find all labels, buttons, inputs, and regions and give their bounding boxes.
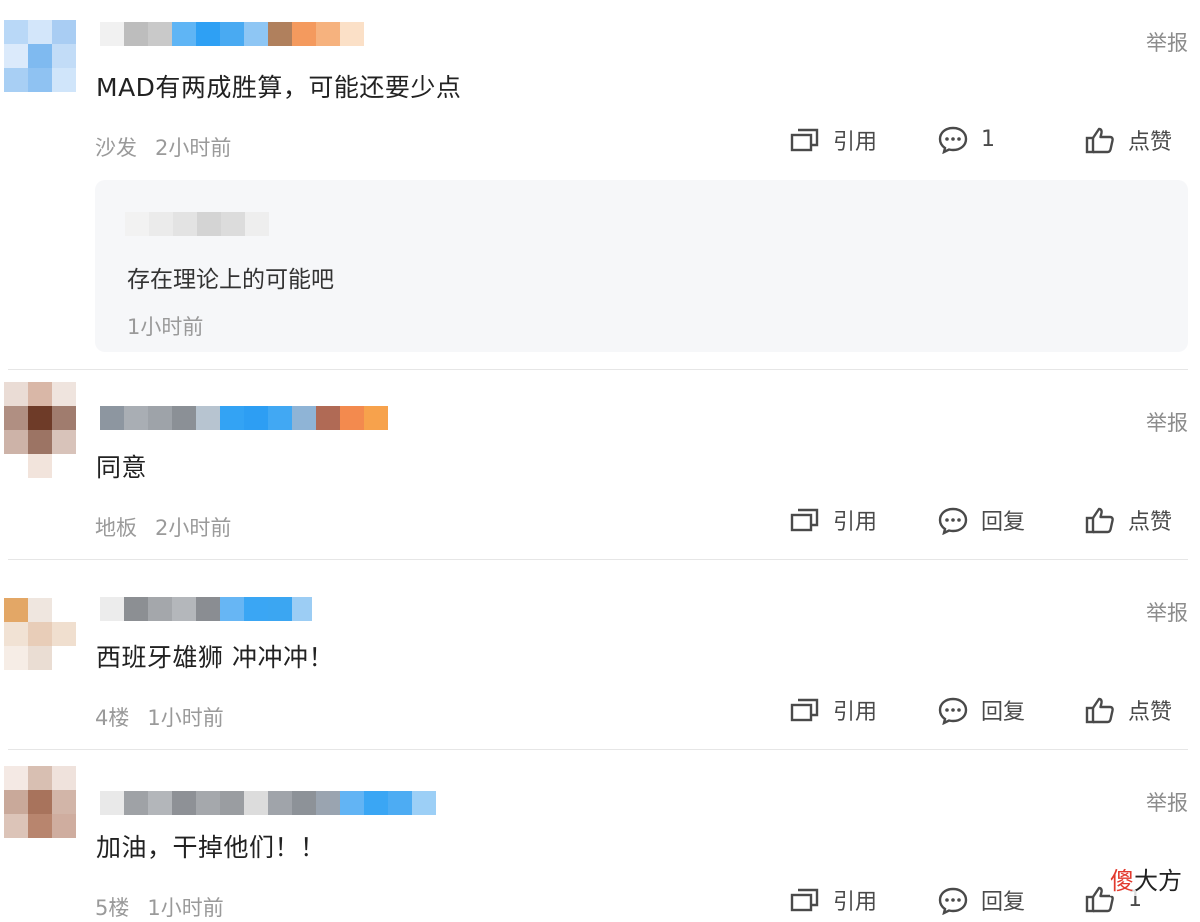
report-button[interactable]: 举报 [1146, 597, 1188, 627]
like-label: 点赞 [1128, 700, 1173, 725]
username-blurred[interactable] [100, 597, 312, 621]
avatar[interactable] [4, 766, 76, 862]
timestamp: 1小时前 [147, 706, 224, 730]
floor-label: 地板 [95, 516, 137, 540]
username-blurred[interactable] [100, 22, 365, 46]
reply-label: 回复 [981, 700, 1026, 725]
comment-bubble-icon [938, 887, 968, 915]
reply-username-blurred[interactable] [125, 212, 270, 236]
comment-bubble-icon [938, 697, 968, 725]
comment-text: 加油，干掉他们！！ [96, 833, 326, 862]
floor-label: 沙发 [95, 136, 137, 160]
reply-timestamp: 1小时前 [127, 315, 204, 339]
reply-button[interactable]: 回复 [937, 884, 1025, 916]
thumbs-up-icon [1085, 697, 1114, 724]
reply-text: 存在理论上的可能吧 [127, 267, 334, 293]
avatar[interactable] [4, 382, 76, 478]
watermark-red-char: 傻 [1110, 867, 1134, 895]
floor-label: 4楼 [95, 706, 130, 730]
quote-icon [790, 128, 819, 152]
username-blurred[interactable] [100, 791, 436, 815]
report-button[interactable]: 举报 [1146, 787, 1188, 817]
like-button[interactable]: 点赞 [1084, 124, 1172, 156]
reply-box: 存在理论上的可能吧 1小时前 [95, 180, 1188, 352]
report-button[interactable]: 举报 [1146, 407, 1188, 437]
reply-count: 1 [981, 126, 995, 152]
watermark-text: 大方 [1134, 867, 1182, 895]
like-button[interactable]: 点赞 [1084, 694, 1172, 726]
quote-button[interactable]: 引用 [789, 694, 877, 726]
comment-meta: 地板 2小时前 [95, 512, 231, 542]
username-blurred[interactable] [100, 406, 390, 430]
floor-label: 5楼 [95, 896, 130, 920]
watermark: 傻大方 [1110, 861, 1182, 896]
comment-text: 西班牙雄狮 冲冲冲！ [96, 643, 334, 672]
quote-icon [790, 888, 819, 912]
timestamp: 2小时前 [155, 516, 232, 540]
avatar[interactable] [4, 598, 76, 694]
avatar[interactable] [4, 20, 76, 116]
comment-bubble-icon [938, 126, 968, 154]
like-button[interactable]: 点赞 [1084, 504, 1172, 536]
quote-label: 引用 [833, 890, 878, 915]
comment-text: MAD有两成胜算，可能还要少点 [96, 73, 462, 102]
reply-count-button[interactable]: 1 [937, 124, 995, 154]
comment-meta: 4楼 1小时前 [95, 702, 224, 732]
like-label: 点赞 [1128, 510, 1173, 535]
comment-item: 举报 MAD有两成胜算，可能还要少点 沙发 2小时前 引用 1 点赞 存在理论上的… [0, 0, 1200, 370]
quote-icon [790, 508, 819, 532]
thumbs-up-icon [1085, 127, 1114, 154]
quote-icon [790, 698, 819, 722]
quote-label: 引用 [833, 700, 878, 725]
reply-button[interactable]: 回复 [937, 504, 1025, 536]
comment-text: 同意 [96, 453, 148, 482]
quote-button[interactable]: 引用 [789, 884, 877, 916]
quote-button[interactable]: 引用 [789, 504, 877, 536]
comment-item: 举报 加油，干掉他们！！ 5楼 1小时前 引用 回复 1 [0, 750, 1200, 920]
thumbs-up-icon [1085, 507, 1114, 534]
reply-label: 回复 [981, 510, 1026, 535]
quote-label: 引用 [833, 130, 878, 155]
quote-label: 引用 [833, 510, 878, 535]
comment-item: 举报 同意 地板 2小时前 引用 回复 点赞 [0, 370, 1200, 560]
report-button[interactable]: 举报 [1146, 27, 1188, 57]
timestamp: 2小时前 [155, 136, 232, 160]
like-label: 点赞 [1128, 130, 1173, 155]
comment-item: 举报 西班牙雄狮 冲冲冲！ 4楼 1小时前 引用 回复 点赞 [0, 560, 1200, 750]
reply-button[interactable]: 回复 [937, 694, 1025, 726]
timestamp: 1小时前 [147, 896, 224, 920]
comment-meta: 沙发 2小时前 [95, 132, 231, 162]
quote-button[interactable]: 引用 [789, 124, 877, 156]
comment-bubble-icon [938, 507, 968, 535]
reply-label: 回复 [981, 890, 1026, 915]
